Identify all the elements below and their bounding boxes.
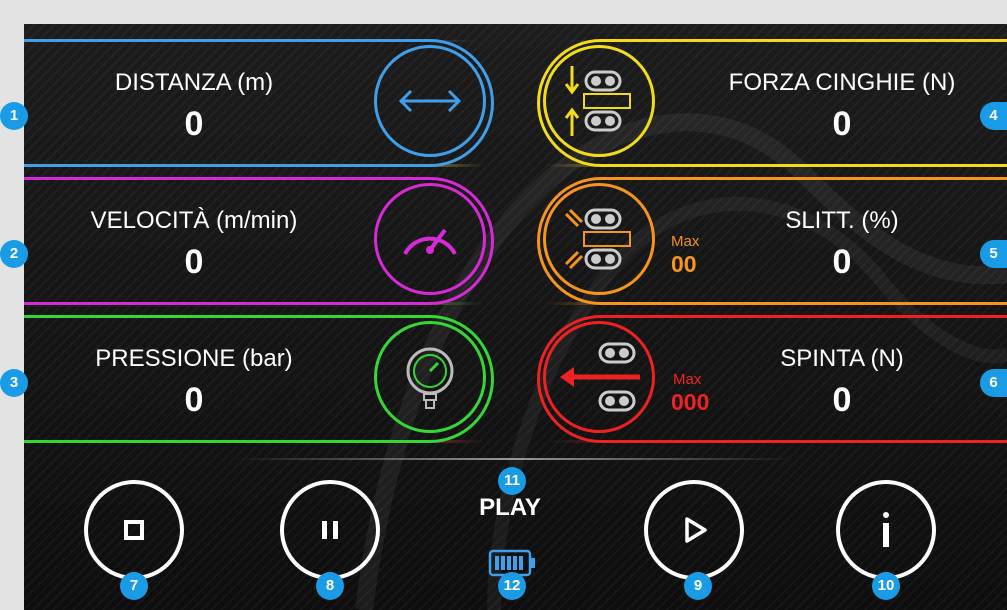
pause-icon	[322, 521, 338, 539]
speed-label: VELOCITÀ (m/min)	[90, 207, 298, 234]
thrust-arrow-icon	[543, 321, 655, 433]
callout-badge: 5	[980, 240, 1007, 268]
callout-badge: 6	[980, 369, 1007, 397]
thrust-max-value: 000	[671, 389, 710, 415]
play-button[interactable]	[644, 480, 744, 580]
slip-max-value: 00	[671, 251, 697, 277]
slip-value: 0	[832, 243, 852, 281]
speed-panel: VELOCITÀ (m/min) 0	[24, 177, 494, 305]
distance-icon	[374, 45, 486, 157]
pause-button[interactable]	[280, 480, 380, 580]
callout-badge: 4	[980, 102, 1007, 130]
callout-badge: 10	[872, 572, 900, 600]
distance-value: 0	[184, 105, 204, 143]
pressure-value: 0	[184, 381, 204, 419]
separator-line	[234, 458, 794, 460]
pressure-panel: PRESSIONE (bar) 0	[24, 315, 494, 443]
belt-slip-icon	[543, 183, 655, 295]
distance-label: DISTANZA (m)	[114, 69, 274, 96]
callout-badge: 1	[0, 102, 28, 130]
callout-badge: 2	[0, 240, 28, 268]
speed-value: 0	[184, 243, 204, 281]
slip-panel: Max 00 SLITT. (%) 0	[537, 177, 1007, 305]
callout-badge: 9	[684, 572, 712, 600]
stop-icon	[124, 520, 144, 540]
pressure-label: PRESSIONE (bar)	[95, 345, 293, 372]
info-icon	[883, 512, 889, 547]
dashboard-screen: DISTANZA (m) 0 VELOCITÀ (m/min) 0 PRESSI…	[24, 24, 1007, 610]
belt-force-panel: FORZA CINGHIE (N) 0	[537, 39, 1007, 167]
slip-label: SLITT. (%)	[785, 207, 899, 234]
belt-force-value: 0	[832, 105, 852, 143]
callout-badge: 3	[0, 369, 28, 397]
belt-force-label: FORZA CINGHIE (N)	[728, 69, 956, 96]
slip-max-label: Max	[671, 233, 700, 250]
info-button[interactable]	[836, 480, 936, 580]
thrust-value: 0	[832, 381, 852, 419]
pressure-gauge-icon	[374, 321, 486, 433]
callout-badge: 8	[316, 572, 344, 600]
thrust-label: SPINTA (N)	[780, 345, 904, 372]
status-label: PLAY	[479, 494, 541, 521]
callout-badge: 11	[498, 467, 526, 495]
play-icon	[685, 517, 707, 543]
speedometer-icon	[374, 183, 486, 295]
distance-panel: DISTANZA (m) 0	[24, 39, 494, 167]
thrust-max-label: Max	[673, 371, 702, 388]
stop-button[interactable]	[84, 480, 184, 580]
callout-badge: 12	[498, 572, 526, 600]
thrust-panel: Max 000 SPINTA (N) 0	[537, 315, 1007, 443]
callout-badge: 7	[120, 572, 148, 600]
belt-squeeze-icon	[543, 45, 655, 157]
